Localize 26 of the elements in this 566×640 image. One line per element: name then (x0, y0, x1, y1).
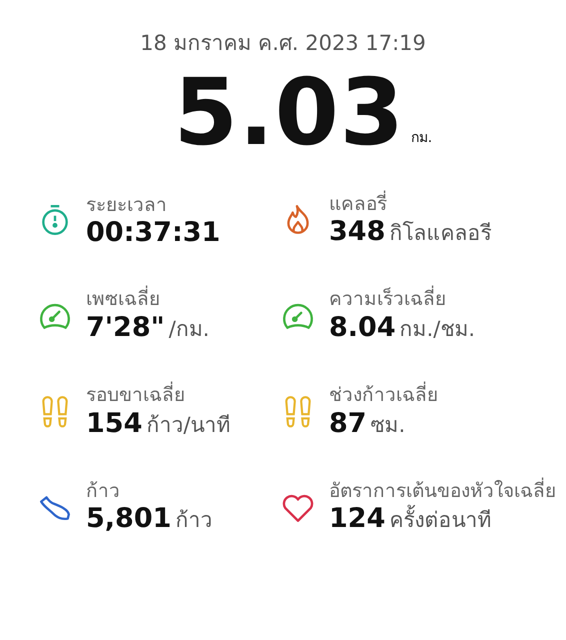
metric-label: ก้าว (86, 478, 121, 504)
metric-label: ความเร็วเฉลี่ย (329, 287, 476, 312)
metric-value: 87 (329, 408, 367, 439)
metric-label: ช่วงก้าวเฉลี่ย (329, 382, 438, 408)
metric-unit: /กม. (168, 316, 210, 343)
distance-unit: กม. (410, 128, 432, 148)
metric-label: อัตราการเต้นของหัวใจเฉลี่ย (329, 478, 556, 504)
distance-value: 5.03 (174, 65, 405, 162)
metric-label: รอบขาเฉลี่ย (86, 382, 186, 408)
metric-unit: ครั้งต่อนาที (389, 503, 492, 536)
metric-value: 124 (329, 503, 386, 534)
metric-label: ระยะเวลา (86, 192, 168, 218)
metric-value: 154 (86, 408, 142, 439)
metric-value: 8.04 (329, 312, 396, 343)
metric-value: 5,801 (86, 503, 172, 534)
metric-label: เพซเฉลี่ย (86, 287, 210, 312)
metric-value: 7'28" (86, 312, 165, 343)
metric-unit: กิโลแคลอรี (389, 220, 492, 248)
metric-unit: ก้าว/นาที (146, 412, 230, 439)
metric-unit: ก้าว (175, 507, 212, 534)
metric-label: แคลอรี่ (329, 192, 388, 216)
metric-value: 00:37:31 (86, 217, 220, 248)
workout-date: 18 มกราคม ค.ศ. 2023 17:19 (139, 30, 427, 57)
metric-value: 348 (329, 216, 386, 248)
metric-unit: ซม. (370, 412, 406, 439)
metric-unit: กม./ชม. (400, 316, 476, 343)
